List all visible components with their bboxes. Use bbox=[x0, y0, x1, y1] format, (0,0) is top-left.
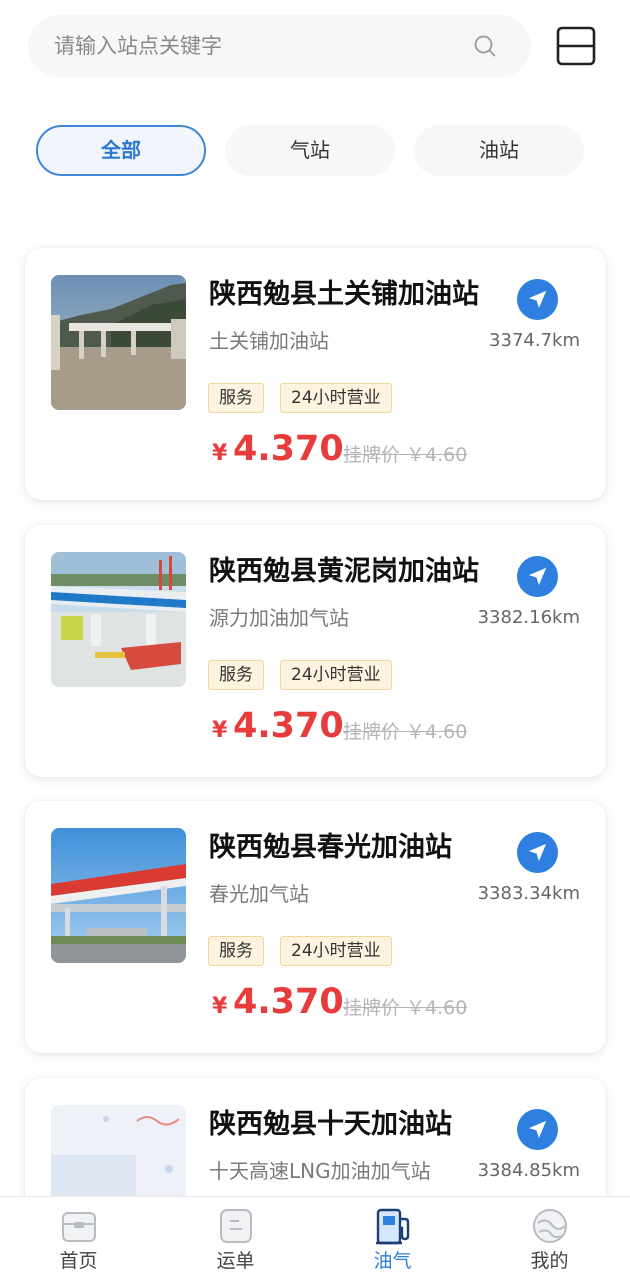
listed-price: 挂牌价 ￥4.60 bbox=[343, 721, 468, 743]
nav-waybill-label: 运单 bbox=[216, 1250, 255, 1272]
nav-home-label: 首页 bbox=[59, 1250, 98, 1272]
distance: 3383.34km bbox=[477, 883, 580, 904]
station-photo bbox=[51, 552, 186, 687]
station-name: 陕西勉县春光加油站 bbox=[209, 832, 452, 863]
distance: 3384.85km bbox=[477, 1160, 580, 1181]
nav-profile[interactable]: 我的 bbox=[471, 1197, 628, 1280]
station-name: 陕西勉县黄泥岗加油站 bbox=[209, 556, 479, 587]
station-photo bbox=[51, 275, 186, 410]
station-name: 陕西勉县土关铺加油站 bbox=[209, 279, 479, 310]
station-name: 陕西勉县十天加油站 bbox=[209, 1109, 452, 1140]
station-subtitle: 土关铺加油站 bbox=[209, 329, 329, 353]
hours-tag: 24小时营业 bbox=[280, 936, 392, 966]
search-placeholder: 请输入站点关键字 bbox=[54, 34, 222, 58]
navigation-arrow-icon bbox=[528, 290, 547, 309]
station-card[interactable]: 陕西勉县黄泥岗加油站 源力加油加气站 3382.16km 服务 24小时营业 ¥… bbox=[25, 525, 606, 777]
navigation-arrow-icon bbox=[528, 1120, 547, 1139]
service-tag: 服务 bbox=[208, 383, 264, 413]
tab-all[interactable]: 全部 bbox=[36, 125, 206, 176]
station-subtitle: 源力加油加气站 bbox=[209, 606, 349, 630]
nav-profile-label: 我的 bbox=[530, 1250, 569, 1272]
navigate-button[interactable] bbox=[517, 556, 558, 597]
navigate-button[interactable] bbox=[517, 279, 558, 320]
nav-fuel[interactable]: 油气 bbox=[314, 1197, 471, 1280]
station-card[interactable]: 陕西勉县土关铺加油站 土关铺加油站 3374.7km 服务 24小时营业 ¥ 4… bbox=[25, 248, 606, 500]
navigate-button[interactable] bbox=[517, 832, 558, 873]
station-subtitle: 春光加气站 bbox=[209, 882, 309, 906]
price: 4.370 bbox=[233, 706, 344, 746]
service-tag: 服务 bbox=[208, 936, 264, 966]
tab-oil-station[interactable]: 油站 bbox=[414, 125, 584, 176]
distance: 3374.7km bbox=[489, 330, 580, 351]
hours-tag: 24小时营业 bbox=[280, 660, 392, 690]
currency-symbol: ¥ bbox=[212, 441, 228, 466]
listed-price: 挂牌价 ￥4.60 bbox=[343, 997, 468, 1019]
currency-symbol: ¥ bbox=[212, 718, 228, 743]
scan-icon[interactable] bbox=[556, 26, 596, 66]
search-icon[interactable] bbox=[473, 34, 497, 58]
nav-home[interactable]: 首页 bbox=[0, 1197, 157, 1280]
hours-tag: 24小时营业 bbox=[280, 383, 392, 413]
navigation-arrow-icon bbox=[528, 567, 547, 586]
price: 4.370 bbox=[233, 429, 344, 469]
nav-waybill[interactable]: 运单 bbox=[157, 1197, 314, 1280]
bottom-nav: 首页 运单 油气 我的 bbox=[0, 1196, 630, 1280]
distance: 3382.16km bbox=[477, 607, 580, 628]
price: 4.370 bbox=[233, 982, 344, 1022]
station-card[interactable]: 陕西勉县春光加油站 春光加气站 3383.34km 服务 24小时营业 ¥ 4.… bbox=[25, 801, 606, 1053]
profile-icon bbox=[533, 1209, 567, 1243]
station-subtitle: 十天高速LNG加油加气站 bbox=[209, 1159, 431, 1183]
tab-gas-station[interactable]: 气站 bbox=[225, 125, 395, 176]
nav-fuel-label: 油气 bbox=[373, 1250, 412, 1272]
currency-symbol: ¥ bbox=[212, 994, 228, 1019]
home-box-icon bbox=[62, 1212, 96, 1242]
search-input[interactable]: 请输入站点关键字 bbox=[28, 15, 531, 77]
service-tag: 服务 bbox=[208, 660, 264, 690]
navigate-button[interactable] bbox=[517, 1109, 558, 1150]
waybill-icon bbox=[220, 1209, 252, 1243]
station-photo bbox=[51, 828, 186, 963]
listed-price: 挂牌价 ￥4.60 bbox=[343, 444, 468, 466]
fuel-pump-icon bbox=[376, 1208, 410, 1245]
navigation-arrow-icon bbox=[528, 843, 547, 862]
